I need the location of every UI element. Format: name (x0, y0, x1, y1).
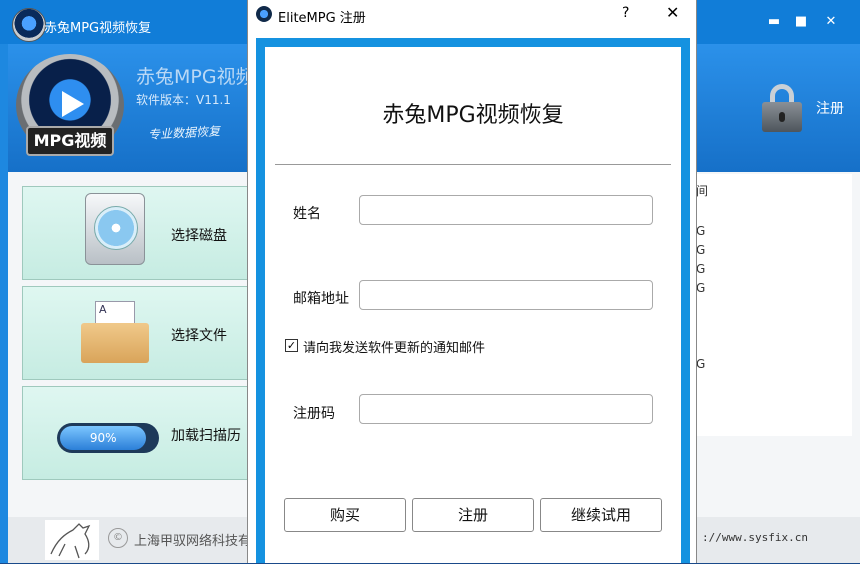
load-scan-tile[interactable]: 90% 加载扫描历 (22, 386, 254, 480)
reg-code-field[interactable] (359, 394, 653, 424)
folder-body (81, 323, 149, 363)
select-disk-label: 选择磁盘 (171, 228, 227, 244)
notify-checkbox-label[interactable]: 请向我发送软件更新的通知邮件 (303, 337, 485, 356)
select-file-tile[interactable]: A 选择文件 (22, 286, 254, 380)
dialog-heading: 赤兔MPG视频恢复 (382, 103, 564, 128)
dialog-app-icon (256, 6, 272, 22)
registration-dialog: EliteMPG 注册 ? ✕ 赤兔MPG视频恢复 姓名 邮箱地址 ✓ 请向我发… (247, 0, 697, 563)
select-disk-tile[interactable]: 选择磁盘 (22, 186, 254, 280)
name-label: 姓名 (293, 206, 321, 222)
list-item[interactable]: G (696, 281, 705, 295)
progress-fill: 90% (60, 426, 147, 450)
app-logo-icon (12, 8, 46, 42)
continue-trial-button[interactable]: 继续试用 (540, 498, 662, 532)
company-name: 上海甲驭网络科技有 (134, 534, 252, 549)
name-field[interactable] (359, 195, 653, 225)
list-item[interactable]: G (696, 262, 705, 276)
help-button[interactable]: ? (622, 5, 629, 21)
logo-badge: MPG视频 (26, 126, 114, 156)
list-item[interactable]: G (696, 243, 705, 257)
lock-icon[interactable] (762, 84, 802, 132)
divider (275, 164, 671, 165)
load-scan-label: 加载扫描历 (171, 428, 241, 444)
product-title: 赤兔MPG视频 (136, 66, 255, 88)
email-field[interactable] (359, 280, 653, 310)
dialog-close-button[interactable]: ✕ (666, 3, 679, 22)
cd-icon (94, 206, 138, 250)
select-file-label: 选择文件 (171, 328, 227, 344)
website-url[interactable]: ://www.sysfix.cn (702, 531, 808, 544)
results-list[interactable]: 间 G G G G G (688, 174, 852, 436)
reg-code-label: 注册码 (293, 406, 335, 422)
register-link[interactable]: 注册 (816, 98, 844, 118)
copyright-icon: © (108, 528, 128, 548)
lock-keyhole (779, 112, 785, 122)
dialog-content: 赤兔MPG视频恢复 姓名 邮箱地址 ✓ 请向我发送软件更新的通知邮件 注册码 购… (265, 47, 681, 563)
version-label: 软件版本：V11.1 (136, 93, 231, 107)
minimize-button[interactable]: ▬ (764, 12, 784, 32)
email-label: 邮箱地址 (293, 291, 349, 307)
progress-icon: 90% (57, 423, 159, 453)
maximize-button[interactable]: ■ (791, 12, 811, 32)
horse-logo-icon (45, 520, 99, 560)
buy-button[interactable]: 购买 (284, 498, 406, 532)
list-column-header: 间 (696, 184, 709, 198)
list-item[interactable]: G (696, 357, 705, 371)
disk-icon (85, 193, 145, 265)
folder-icon: A (81, 301, 149, 363)
play-icon (62, 91, 84, 117)
dialog-frame: 赤兔MPG视频恢复 姓名 邮箱地址 ✓ 请向我发送软件更新的通知邮件 注册码 购… (256, 38, 690, 563)
register-button[interactable]: 注册 (412, 498, 534, 532)
notify-checkbox[interactable]: ✓ (285, 339, 298, 352)
main-window-title: 赤兔MPG视频恢复 (44, 21, 152, 36)
list-item[interactable]: G (696, 224, 705, 238)
close-button[interactable]: ✕ (821, 12, 841, 32)
dialog-title: EliteMPG 注册 (278, 11, 366, 26)
